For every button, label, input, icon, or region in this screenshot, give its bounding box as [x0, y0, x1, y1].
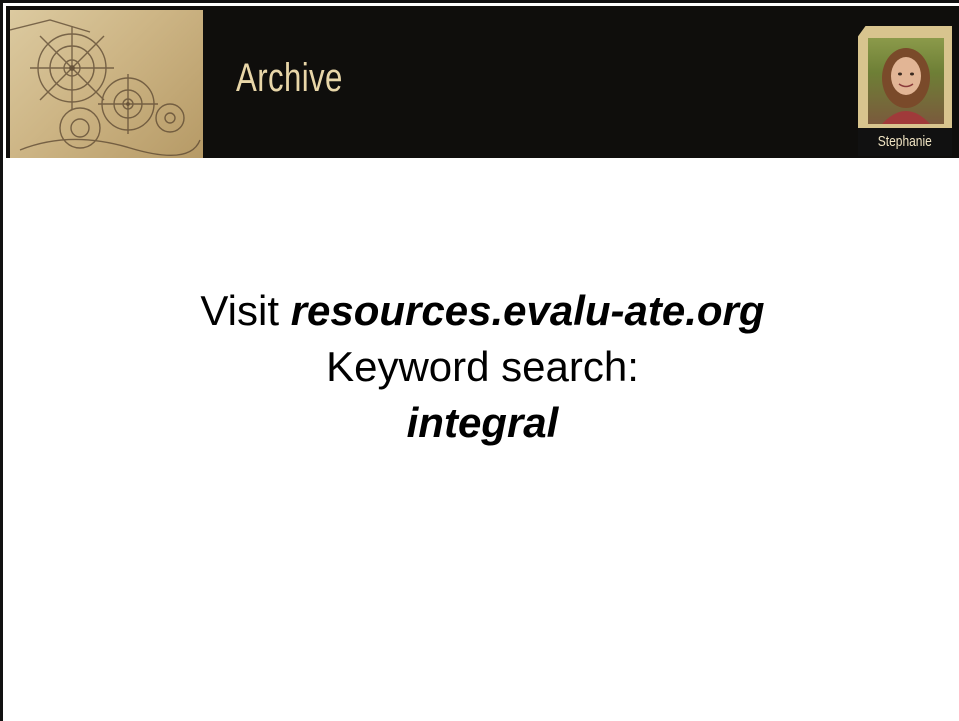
header-bar: Archive Stephanie	[6, 6, 959, 158]
keyword-term: integral	[406, 399, 559, 446]
slide: Archive Stephanie Visit resources.evalu-…	[0, 0, 959, 721]
visit-prefix: Visit	[200, 287, 291, 334]
page-title: Archive	[236, 56, 343, 100]
presenter-name-label: Stephanie	[877, 133, 933, 150]
slide-body: Visit resources.evalu-ate.org Keyword se…	[3, 283, 959, 451]
keyword-search-line: Keyword search:	[326, 343, 639, 390]
resource-link[interactable]: resources.evalu-ate.org	[291, 287, 765, 334]
presenter-badge: Stephanie	[858, 26, 952, 156]
gear-sketch-icon	[10, 10, 203, 158]
visit-line: Visit resources.evalu-ate.org	[3, 283, 959, 339]
presenter-name: Stephanie	[858, 128, 952, 156]
presenter-photo-icon	[868, 38, 944, 124]
